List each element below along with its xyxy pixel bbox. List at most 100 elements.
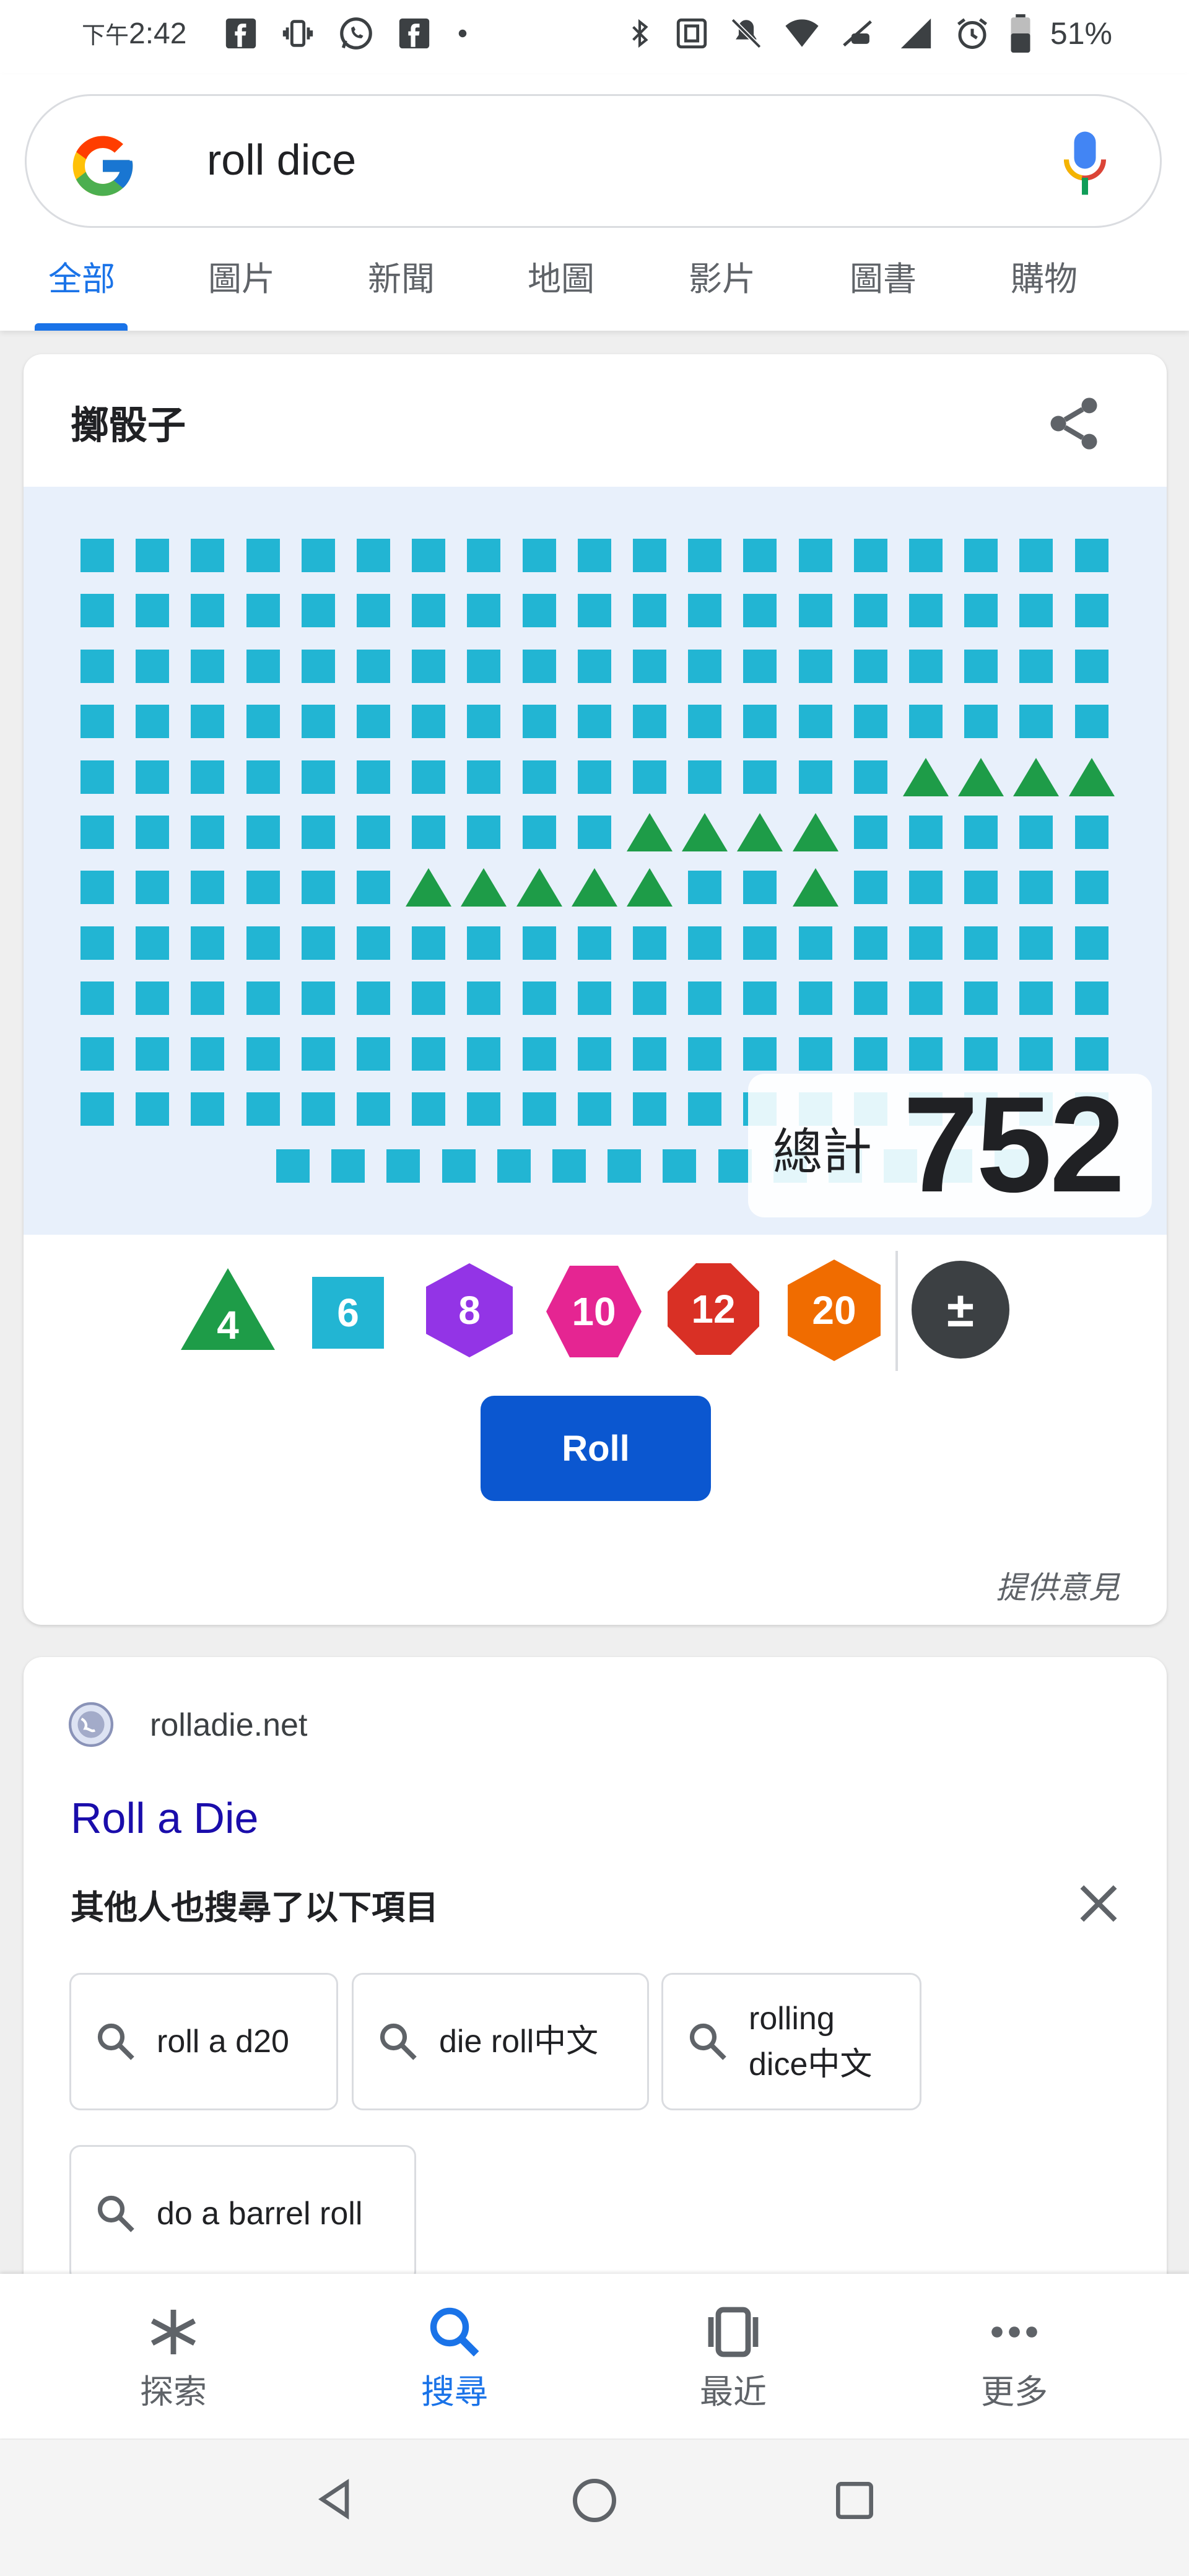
search-bar[interactable] xyxy=(25,94,1162,228)
rolled-d6 xyxy=(357,816,390,849)
suggestion-chip[interactable]: roll a d20 xyxy=(69,1973,338,2110)
rolled-d6 xyxy=(191,981,225,1016)
close-icon[interactable] xyxy=(1074,1879,1123,1928)
home-icon[interactable] xyxy=(568,2474,621,2526)
rolled-d6 xyxy=(743,539,777,572)
add-d20-button[interactable]: 20 xyxy=(785,1257,883,1364)
rolled-d4 xyxy=(737,813,783,851)
add-d10-button[interactable]: 10 xyxy=(544,1263,644,1360)
rolled-d6 xyxy=(633,649,666,683)
rolled-d6 xyxy=(357,539,390,572)
suggestion-chip[interactable]: do a barrel roll xyxy=(69,2145,416,2282)
rolled-d6 xyxy=(81,871,114,905)
rolled-d6 xyxy=(136,539,170,572)
rolled-d6 xyxy=(909,1037,943,1071)
google-logo-icon[interactable] xyxy=(67,130,139,202)
tab-images[interactable]: 圖片 xyxy=(208,248,275,331)
picker-divider xyxy=(895,1251,898,1371)
result-title-link[interactable]: Roll a Die xyxy=(71,1793,258,1843)
add-d6-button[interactable]: 6 xyxy=(312,1277,384,1349)
rolled-d6 xyxy=(522,705,556,739)
roll-button[interactable]: Roll xyxy=(481,1396,711,1501)
rolled-d6 xyxy=(246,539,280,572)
more-notifications-dot-icon xyxy=(458,29,467,38)
rolled-d6 xyxy=(522,981,556,1016)
rolled-d4 xyxy=(1013,757,1060,796)
rolled-d4 xyxy=(958,757,1004,796)
rolled-d6 xyxy=(577,816,611,849)
search-query[interactable]: roll dice xyxy=(207,135,356,185)
rolled-d6 xyxy=(1074,539,1108,572)
rolled-d6 xyxy=(412,649,446,683)
rolled-d6 xyxy=(633,705,666,739)
rolled-d6 xyxy=(688,760,722,794)
nav-recents[interactable]: 最近 xyxy=(640,2302,826,2426)
rolled-d6 xyxy=(1074,816,1108,849)
rolled-d6 xyxy=(412,981,446,1016)
rolled-d6 xyxy=(497,1149,531,1183)
result-site[interactable]: rolladie.net xyxy=(150,1707,307,1744)
rolled-d6 xyxy=(467,760,501,794)
rolled-d6 xyxy=(136,594,170,628)
rolled-d6 xyxy=(412,1092,446,1126)
rolled-d6 xyxy=(136,649,170,683)
rolled-d6 xyxy=(633,594,666,628)
d6-label: 6 xyxy=(337,1290,359,1335)
rolled-d6 xyxy=(301,1037,335,1071)
rolled-d6 xyxy=(688,1092,722,1126)
people-also-search-title: 其他人也搜尋了以下項目 xyxy=(71,1889,438,1926)
tab-news[interactable]: 新聞 xyxy=(368,248,435,331)
rolled-d6 xyxy=(688,1037,722,1071)
rolled-d6 xyxy=(246,981,280,1016)
nav-more-label: 更多 xyxy=(981,2374,1048,2411)
rolled-d6 xyxy=(191,1092,225,1126)
feedback-link[interactable]: 提供意見 xyxy=(996,1563,1120,1608)
modifier-button[interactable]: ± xyxy=(912,1261,1009,1359)
rolled-d6 xyxy=(798,926,832,960)
microphone-icon[interactable] xyxy=(1060,130,1110,198)
rolled-d6 xyxy=(718,1149,752,1183)
add-d12-button[interactable]: 12 xyxy=(665,1261,762,1357)
suggestion-chip[interactable]: die roll中文 xyxy=(352,1973,649,2110)
plus-minus-icon: ± xyxy=(947,1282,974,1337)
tab-maps[interactable]: 地圖 xyxy=(528,248,594,331)
back-icon[interactable] xyxy=(310,2474,359,2524)
suggestion-chip[interactable]: rolling dice中文 xyxy=(661,1973,921,2110)
add-d4-button[interactable]: 4 xyxy=(180,1266,276,1352)
rolled-d6 xyxy=(633,539,666,572)
overview-icon[interactable] xyxy=(830,2476,879,2525)
rolled-d6 xyxy=(301,594,335,628)
rolled-d6 xyxy=(301,705,335,739)
add-d8-button[interactable]: 8 xyxy=(424,1261,515,1360)
rolled-d6 xyxy=(522,594,556,628)
search-icon xyxy=(430,2307,479,2357)
rolled-d6 xyxy=(301,816,335,849)
rolled-d6 xyxy=(633,1092,666,1126)
rolled-d6 xyxy=(1074,981,1108,1016)
rolled-d6 xyxy=(136,981,170,1016)
rolled-d6 xyxy=(853,539,887,572)
rolled-d6 xyxy=(81,705,114,739)
suggestion-label: roll a d20 xyxy=(157,2024,289,2060)
rolled-d6 xyxy=(301,871,335,905)
tab-books[interactable]: 圖書 xyxy=(850,248,917,331)
rolled-d6 xyxy=(909,705,943,739)
tab-shopping[interactable]: 購物 xyxy=(1011,248,1078,331)
rolled-d6 xyxy=(577,594,611,628)
nav-more[interactable]: 更多 xyxy=(921,2302,1107,2426)
rolled-d6 xyxy=(577,539,611,572)
nav-discover[interactable]: 探索 xyxy=(81,2302,266,2426)
tab-all[interactable]: 全部 xyxy=(48,248,115,331)
share-icon[interactable] xyxy=(1043,393,1105,455)
rolled-d6 xyxy=(577,1092,611,1126)
rolled-d6 xyxy=(1019,649,1053,683)
rolled-d6 xyxy=(357,760,390,794)
rolled-d6 xyxy=(577,649,611,683)
tab-videos[interactable]: 影片 xyxy=(689,248,756,331)
asterisk-icon xyxy=(150,2310,196,2354)
total-label: 總計 xyxy=(773,1125,872,1180)
rolled-d6 xyxy=(331,1149,365,1183)
rolled-d6 xyxy=(467,705,501,739)
nav-search-label: 搜尋 xyxy=(421,2374,488,2411)
nav-search[interactable]: 搜尋 xyxy=(362,2302,547,2426)
